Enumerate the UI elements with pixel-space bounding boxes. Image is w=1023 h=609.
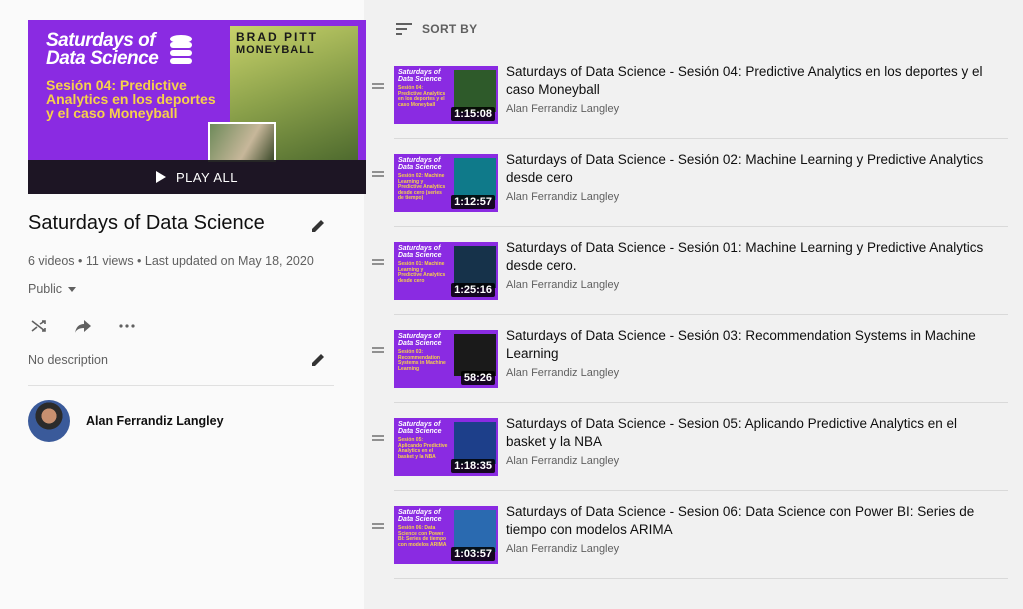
video-channel[interactable]: Alan Ferrandiz Langley <box>506 367 619 379</box>
play-all-button[interactable]: PLAY ALL <box>28 160 366 194</box>
thumb-subtitle: Sesión 05: Aplicando Predictive Analytic… <box>398 437 448 460</box>
sort-by-button[interactable]: SORT BY <box>396 22 477 36</box>
poster-title: MONEYBALL <box>236 44 315 56</box>
play-icon <box>155 171 166 183</box>
playlist-sidebar: Saturdays of Data Science Sesión 04: Pre… <box>0 0 366 609</box>
thumb-image <box>454 334 496 376</box>
chevron-down-icon <box>68 286 77 292</box>
video-duration: 1:18:35 <box>451 459 495 473</box>
playlist-hero-thumbnail[interactable]: Saturdays of Data Science Sesión 04: Pre… <box>28 20 366 194</box>
share-icon <box>75 320 91 333</box>
playlist-stats: 6 videos • 11 views • Last updated on Ma… <box>28 254 314 268</box>
video-channel[interactable]: Alan Ferrandiz Langley <box>506 103 619 115</box>
video-title[interactable]: Saturdays of Data Science - Sesión 03: R… <box>506 327 986 363</box>
video-channel[interactable]: Alan Ferrandiz Langley <box>506 543 619 555</box>
thumb-image <box>454 510 496 552</box>
video-thumbnail[interactable]: Saturdays of Data Science Sesión 01: Mach… <box>394 242 498 300</box>
thumb-brand: Saturdays of Data Science <box>398 509 442 523</box>
sidebar-divider <box>28 385 334 386</box>
video-thumbnail[interactable]: Saturdays of Data Science Sesión 03: Reco… <box>394 330 498 388</box>
drag-handle-icon[interactable] <box>372 347 384 353</box>
thumb-image <box>454 422 496 464</box>
thumb-subtitle: Sesión 03: Recommendation Systems in Mac… <box>398 349 446 372</box>
drag-handle-icon[interactable] <box>372 83 384 89</box>
row-divider <box>394 578 1008 579</box>
thumb-subtitle: Sesión 01: Machine Learning y Predictive… <box>398 261 446 284</box>
share-button[interactable] <box>72 316 94 336</box>
hero-brand: Saturdays of Data Science <box>46 31 159 69</box>
playlist-video-item[interactable]: Saturdays of Data Science Sesión 03: Reco… <box>366 315 1008 403</box>
sort-icon <box>396 23 412 35</box>
database-icon <box>170 35 192 64</box>
poster-actor: BRAD PITT <box>236 30 318 44</box>
drag-handle-icon[interactable] <box>372 259 384 265</box>
privacy-dropdown[interactable]: Public <box>28 282 77 296</box>
hero-photo-image <box>208 122 276 162</box>
drag-handle-icon[interactable] <box>372 523 384 529</box>
playlist-description: No description <box>28 353 108 367</box>
hero-brand-line2: Data Science <box>46 48 159 69</box>
thumb-brand: Saturdays of Data Science <box>398 245 442 259</box>
video-channel[interactable]: Alan Ferrandiz Langley <box>506 191 619 203</box>
privacy-value: Public <box>28 282 63 296</box>
video-title[interactable]: Saturdays of Data Science - Sesion 06: D… <box>506 503 986 539</box>
video-duration: 1:15:08 <box>451 107 495 121</box>
thumb-image <box>454 158 496 200</box>
video-thumbnail[interactable]: Saturdays of Data Science Sesión 02: Mach… <box>394 154 498 212</box>
video-duration: 1:25:16 <box>451 283 495 297</box>
thumb-subtitle: Sesión 02: Machine Learning y Predictive… <box>398 173 446 201</box>
edit-title-pencil-icon[interactable] <box>310 218 326 234</box>
shuffle-icon <box>31 320 46 332</box>
hero-subtitle: Sesión 04: Predictive Analytics en los d… <box>46 77 216 121</box>
owner-name[interactable]: Alan Ferrandiz Langley <box>86 414 224 428</box>
video-duration: 1:12:57 <box>451 195 495 209</box>
playlist-video-item[interactable]: Saturdays of Data Science Sesión 01: Mach… <box>366 227 1008 315</box>
thumb-brand: Saturdays of Data Science <box>398 333 442 347</box>
video-thumbnail[interactable]: Saturdays of Data Science Sesión 04: Pred… <box>394 66 498 124</box>
shuffle-button[interactable] <box>28 316 50 336</box>
thumb-brand: Saturdays of Data Science <box>398 157 442 171</box>
playlist-video-item[interactable]: Saturdays of Data Science Sesión 06: Data… <box>366 491 1008 579</box>
playlist-actions <box>28 316 138 336</box>
drag-handle-icon[interactable] <box>372 171 384 177</box>
video-title[interactable]: Saturdays of Data Science - Sesión 04: P… <box>506 63 986 99</box>
more-options-button[interactable] <box>116 316 138 336</box>
drag-handle-icon[interactable] <box>372 435 384 441</box>
video-channel[interactable]: Alan Ferrandiz Langley <box>506 279 619 291</box>
sort-by-label: SORT BY <box>422 22 478 36</box>
thumb-subtitle: Sesión 04: Predictive Analytics en los d… <box>398 85 446 108</box>
playlist-video-item[interactable]: Saturdays of Data Science Sesión 04: Pred… <box>366 51 1008 139</box>
thumb-brand: Saturdays of Data Science <box>398 421 442 435</box>
thumb-subtitle: Sesión 06: Data Science con Power BI: Se… <box>398 525 447 548</box>
edit-description-pencil-icon[interactable] <box>310 352 326 368</box>
video-thumbnail[interactable]: Saturdays of Data Science Sesión 06: Data… <box>394 506 498 564</box>
video-channel[interactable]: Alan Ferrandiz Langley <box>506 455 619 467</box>
video-duration: 1:03:57 <box>451 547 495 561</box>
playlist-owner[interactable]: Alan Ferrandiz Langley <box>28 400 224 442</box>
video-thumbnail[interactable]: Saturdays of Data Science Sesión 05: Apli… <box>394 418 498 476</box>
video-duration: 58:26 <box>460 371 495 385</box>
thumb-brand: Saturdays of Data Science <box>398 69 442 83</box>
thumb-image <box>454 70 496 112</box>
video-title[interactable]: Saturdays of Data Science - Sesión 02: M… <box>506 151 986 187</box>
playlist-video-item[interactable]: Saturdays of Data Science Sesión 02: Mach… <box>366 139 1008 227</box>
owner-avatar[interactable] <box>28 400 70 442</box>
playlist-title: Saturdays of Data Science <box>28 212 265 234</box>
video-title[interactable]: Saturdays of Data Science - Sesion 05: A… <box>506 415 986 451</box>
more-horizontal-icon <box>119 324 135 328</box>
video-title[interactable]: Saturdays of Data Science - Sesión 01: M… <box>506 239 986 275</box>
play-all-label: PLAY ALL <box>175 169 239 185</box>
playlist-video-item[interactable]: Saturdays of Data Science Sesión 05: Apli… <box>366 403 1008 491</box>
thumb-image <box>454 246 496 288</box>
